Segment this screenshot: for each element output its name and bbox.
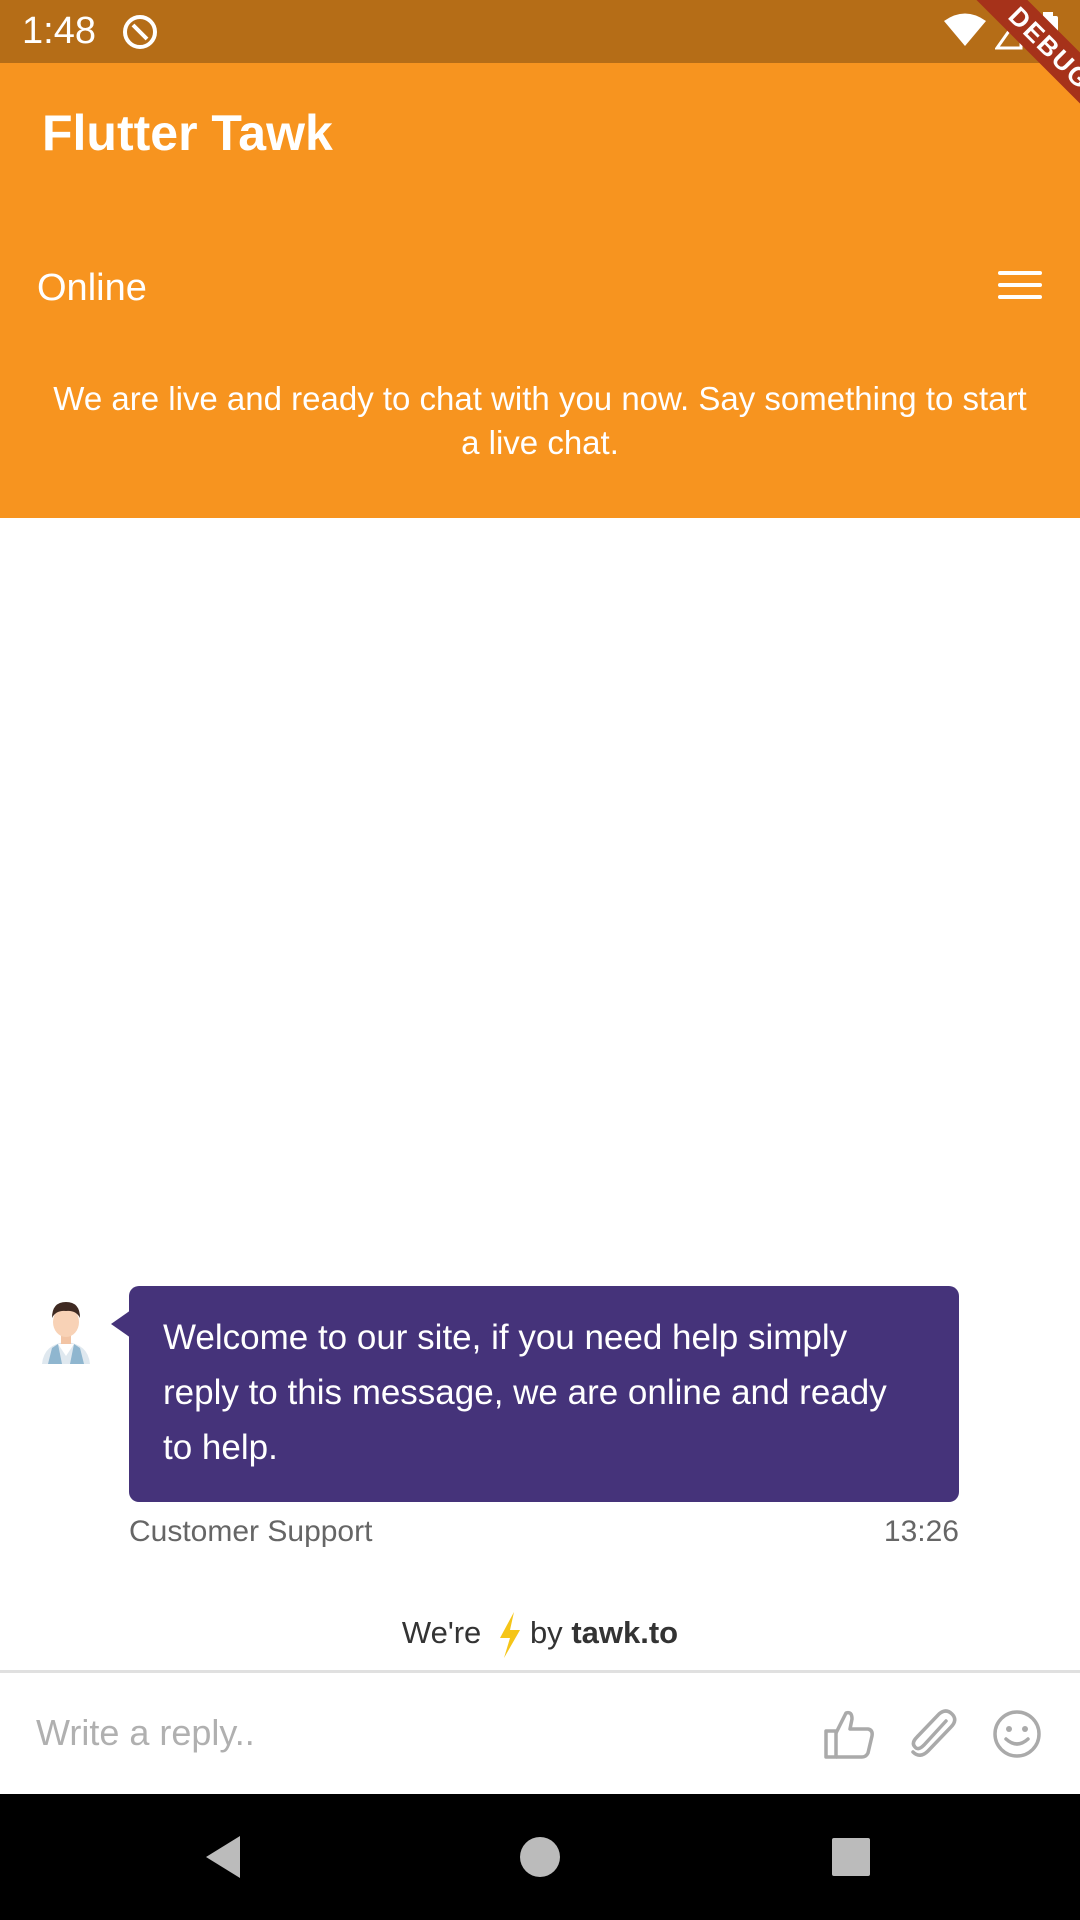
hamburger-menu-icon[interactable] <box>988 259 1052 311</box>
signal-icon <box>995 10 1023 50</box>
app-title: Flutter Tawk <box>42 105 333 161</box>
home-icon[interactable] <box>513 1830 567 1884</box>
lightning-bolt-icon <box>499 1611 520 1658</box>
wifi-icon <box>944 13 986 46</box>
status-bar: 1:48 <box>0 0 1080 63</box>
app-header: Flutter Tawk Online We are live and read… <box>0 63 1080 518</box>
reply-input[interactable] <box>36 1703 796 1763</box>
emoji-icon[interactable] <box>990 1707 1044 1761</box>
app-notification-icon <box>123 15 157 49</box>
recents-icon[interactable] <box>824 1830 878 1884</box>
battery-icon <box>1038 12 1058 50</box>
status-message: We are live and ready to chat with you n… <box>53 380 1027 461</box>
branding-by: by <box>529 1615 563 1650</box>
paperclip-icon[interactable] <box>906 1707 960 1761</box>
agent-avatar-icon <box>42 1302 90 1364</box>
branding-prefix: We're <box>401 1615 482 1650</box>
thumbs-up-icon[interactable] <box>822 1707 876 1761</box>
message-time: 13:26 <box>883 1515 959 1548</box>
message-bubble: Welcome to our site, if you need help si… <box>129 1286 959 1502</box>
message-bubble-tail <box>111 1310 131 1338</box>
chat-status-label: Online <box>37 267 147 309</box>
status-time: 1:48 <box>22 10 96 52</box>
message-sender: Customer Support <box>129 1515 373 1548</box>
branding-brand: tawk.to <box>571 1615 679 1650</box>
system-navigation-bar <box>0 1794 1080 1920</box>
reply-composer <box>0 1673 1080 1794</box>
back-icon[interactable] <box>198 1830 252 1884</box>
powered-by-branding[interactable]: We're by tawk.to <box>0 1608 1080 1660</box>
